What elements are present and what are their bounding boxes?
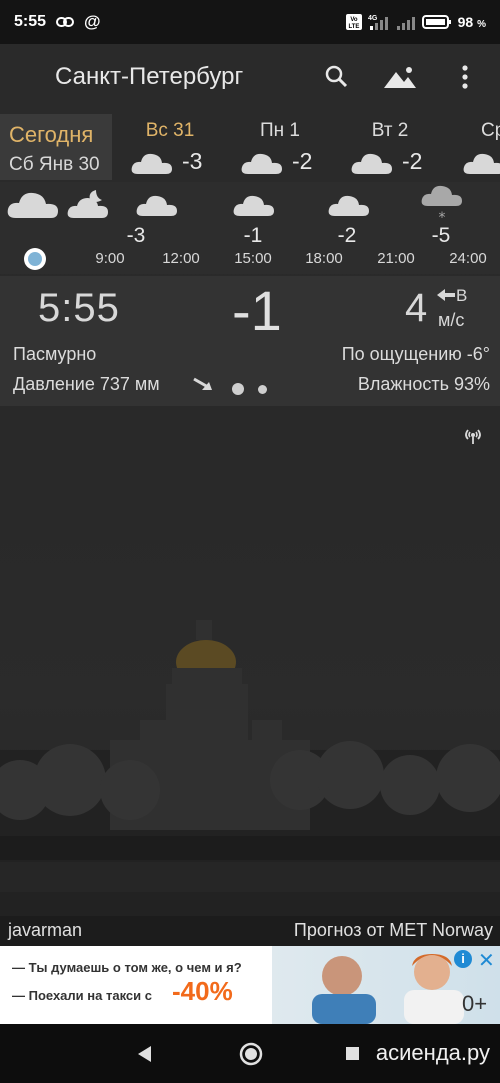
- credits-bar: javarman Прогноз от MET Norway: [0, 916, 500, 946]
- svg-text:4G: 4G: [368, 15, 378, 22]
- battery-level: 98 %: [457, 14, 486, 30]
- hourly-time: 21:00: [377, 250, 415, 267]
- ad-text-line-1: — Ты думаешь о том же, о чем и я?: [12, 960, 242, 975]
- page-indicator[interactable]: [232, 383, 267, 395]
- wind-direction: В: [456, 286, 468, 305]
- cloud-icon: [136, 195, 177, 216]
- hourly-time: 15:00: [234, 250, 272, 267]
- hourly-time: 24:00: [449, 250, 487, 267]
- hourly-time: 12:00: [162, 250, 200, 267]
- weather-condition: Пасмурно: [13, 344, 97, 364]
- day-tab-sunday[interactable]: Вс 31 -3: [120, 114, 220, 180]
- hourly-time: 18:00: [305, 250, 343, 267]
- partly-cloudy-night-icon: [67, 190, 108, 218]
- live-update-icon[interactable]: [462, 427, 484, 445]
- back-icon[interactable]: [136, 1045, 154, 1063]
- cloud-icon: [351, 153, 392, 174]
- status-bar: 5:55 @ Vo LTE 4G 98 %: [0, 0, 500, 44]
- hourly-temp: -3: [126, 224, 146, 247]
- day-tab-date: Сб Янв 30: [9, 154, 100, 175]
- status-time: 5:55: [14, 13, 47, 30]
- day-tab-label: Ср: [481, 120, 500, 141]
- page-dot: [258, 384, 267, 394]
- ad-info-icon[interactable]: i: [454, 950, 472, 968]
- svg-text:Vo: Vo: [350, 17, 358, 23]
- ad-banner[interactable]: — Ты думаешь о том же, о чем и я? — Поех…: [0, 946, 500, 1024]
- hourly-forecast: * -3 -1 -2 -5 9:00 12:00 15:00 18:00 21:…: [0, 182, 500, 274]
- app-bar: Санкт-Петербург: [0, 44, 500, 110]
- pressure: Давление 737 мм: [13, 374, 160, 394]
- ad-age-rating: 0+: [462, 991, 488, 1016]
- at-sign-icon: @: [84, 12, 101, 31]
- hourly-time: 9:00: [95, 250, 125, 267]
- wind-speed: 4: [405, 286, 428, 330]
- day-tab-label: Вс 31: [145, 120, 195, 141]
- city-title[interactable]: Санкт-Петербург: [55, 63, 243, 91]
- recents-icon[interactable]: [345, 1046, 360, 1061]
- signal-4g-icon: 4G: [368, 15, 388, 30]
- photo-author-link[interactable]: javarman: [8, 920, 82, 941]
- battery-icon: [421, 15, 451, 29]
- current-temperature: -1: [232, 279, 282, 342]
- current-conditions-panel: 5:55 -1 4 В м/с Пасмурно По ощущению -6°…: [0, 276, 500, 406]
- hourly-temp: -5: [431, 224, 451, 247]
- cloud-icon: [241, 153, 282, 174]
- day-tab-temp: -2: [402, 148, 423, 174]
- landscape-icon[interactable]: [382, 62, 418, 92]
- link-icon: [56, 17, 75, 27]
- wind-unit: м/с: [438, 310, 465, 330]
- day-tab-temp: -2: [292, 148, 313, 174]
- svg-text:LTE: LTE: [348, 24, 359, 30]
- day-tab-label: Вт 2: [371, 120, 409, 141]
- cloud-icon: [233, 195, 274, 216]
- ad-text-line-2: — Поехали на такси с: [12, 988, 152, 1003]
- current-time: 5:55: [38, 286, 120, 330]
- hourly-temp: -1: [243, 224, 263, 247]
- cloud-icon: [328, 195, 369, 216]
- svg-text:*: *: [439, 210, 446, 224]
- cloud-icon: [131, 153, 172, 174]
- snow-cloud-icon: *: [421, 185, 462, 224]
- pressure-trend-arrow-icon: [193, 377, 212, 390]
- day-tab-today[interactable]: Сегодня Сб Янв 30: [0, 114, 112, 180]
- day-tab-label: Пн 1: [260, 120, 300, 141]
- day-tab-temp: -3: [182, 148, 203, 174]
- day-tab-tuesday[interactable]: Вт 2 -2: [340, 114, 440, 180]
- feels-like: По ощущению -6°: [341, 344, 490, 364]
- signal-icon: [396, 17, 415, 30]
- cloud-icon: [463, 153, 500, 174]
- day-tab-monday[interactable]: Пн 1 -2: [230, 114, 330, 180]
- cathedral-background-image: [0, 620, 500, 920]
- day-tab-wednesday[interactable]: Ср: [450, 114, 500, 180]
- humidity: Влажность 93%: [357, 374, 490, 394]
- volte-icon: VoLTE: [345, 14, 362, 30]
- home-icon[interactable]: [238, 1041, 264, 1067]
- more-options-icon[interactable]: [452, 62, 478, 92]
- ad-close-icon[interactable]: ✕: [478, 948, 495, 973]
- watermark: асиенда.ру: [375, 1040, 490, 1065]
- system-nav-bar: асиенда.ру: [0, 1024, 500, 1083]
- page-dot: [232, 383, 244, 395]
- cloud-icon: [7, 192, 58, 218]
- day-selector: Сегодня Сб Янв 30 Вс 31 -3 Пн 1 -2 Вт 2 …: [0, 110, 500, 182]
- ad-discount: -40%: [172, 976, 233, 1006]
- search-icon[interactable]: [322, 62, 352, 92]
- forecast-source-link[interactable]: Прогноз от MET Norway: [294, 920, 493, 941]
- wind-direction-arrow-icon: [437, 289, 455, 301]
- hourly-temp: -2: [337, 224, 357, 247]
- day-tab-label: Сегодня: [9, 122, 94, 147]
- current-time-marker[interactable]: [24, 248, 46, 270]
